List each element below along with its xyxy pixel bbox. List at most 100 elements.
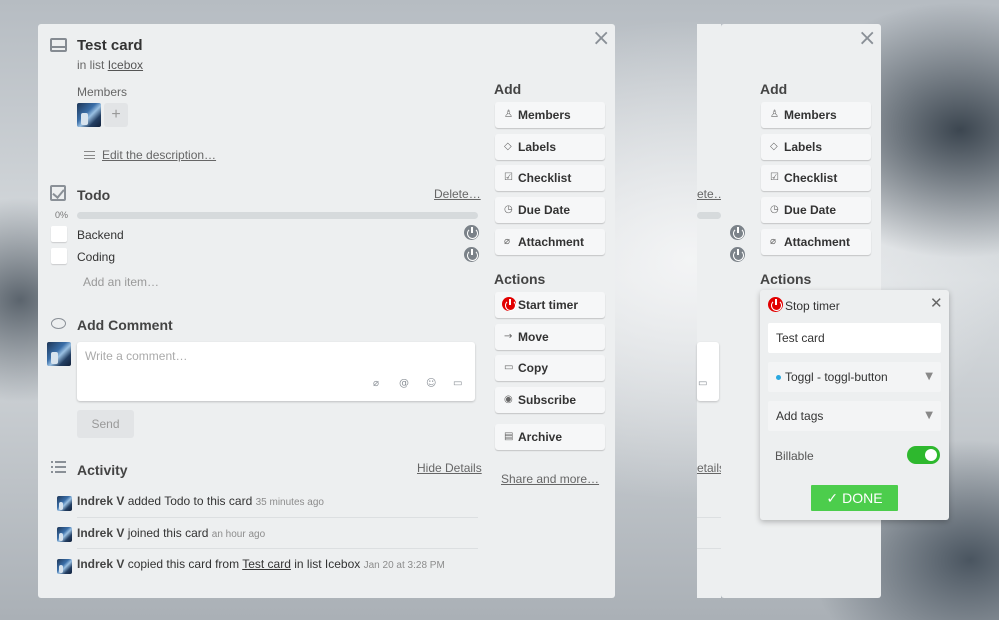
activity-text: joined this card (127, 526, 209, 540)
checklist-progress-bar (697, 212, 721, 219)
done-label: DONE (842, 490, 883, 506)
activity-user[interactable]: Indrek V (77, 557, 124, 571)
archive-button[interactable]: ▤ Archive (495, 424, 605, 450)
comment-input[interactable]: Write a comment… ⌀ @ ☺ ▭ (77, 342, 475, 401)
due-date-button[interactable]: ◷ Due Date (495, 197, 605, 223)
checklist-button[interactable]: ☑ Checklist (761, 165, 871, 191)
close-icon[interactable]: × (592, 28, 610, 50)
activity-time[interactable]: an hour ago (212, 529, 265, 540)
avatar[interactable] (57, 527, 72, 542)
progress-percent: 0% (55, 210, 69, 220)
edit-description-link[interactable]: Edit the description… (102, 148, 216, 162)
button-label: Members (518, 108, 571, 122)
avatar[interactable] (57, 496, 72, 511)
card-title[interactable]: Test card (77, 37, 143, 54)
power-icon (502, 297, 516, 311)
attachment-icon[interactable]: ⌀ (373, 378, 379, 389)
done-button[interactable]: ✓ DONE (811, 485, 898, 511)
delete-checklist-link[interactable]: Delete… (434, 187, 481, 201)
copy-button[interactable]: ▭ Copy (495, 355, 605, 381)
actions-heading: Actions (494, 271, 546, 287)
power-icon[interactable] (768, 297, 783, 312)
avatar (47, 342, 71, 366)
activity-time[interactable]: 35 minutes ago (256, 497, 324, 508)
labels-button[interactable]: ◇ Labels (495, 134, 605, 160)
checklist-button[interactable]: ☑ Checklist (495, 165, 605, 191)
checkmark-icon: ✓ (826, 491, 839, 507)
project-value: Toggl - toggl-button (776, 362, 888, 392)
checkbox[interactable] (51, 248, 67, 264)
description-input[interactable]: Test card (768, 323, 941, 353)
checklist-title[interactable]: Todo (77, 187, 110, 203)
close-icon[interactable]: ✕ (930, 296, 943, 311)
button-label: Due Date (784, 203, 837, 217)
button-label: Attachment (518, 235, 585, 249)
divider (697, 517, 721, 518)
billable-toggle[interactable] (907, 446, 940, 464)
checklist-item[interactable]: Coding (77, 250, 115, 264)
paperclip-icon: ⌀ (504, 236, 511, 247)
person-icon: ♙ (504, 109, 513, 120)
divider (77, 548, 478, 549)
power-icon[interactable] (730, 247, 745, 262)
activity-user[interactable]: Indrek V (77, 526, 124, 540)
activity-text: copied this card from (127, 557, 240, 571)
project-select[interactable]: Toggl - toggl-button ▼ (768, 362, 941, 392)
button-label: Move (518, 330, 549, 344)
checklist-icon: ☑ (504, 172, 513, 183)
power-icon[interactable] (464, 225, 479, 240)
project-name: Toggl - toggl-button (785, 370, 888, 384)
toggl-timer-popup: Stop timer ✕ Test card Toggl - toggl-but… (760, 290, 949, 520)
avatar[interactable] (57, 559, 72, 574)
attachment-button[interactable]: ⌀ Attachment (761, 229, 871, 255)
tags-select[interactable]: Add tags ▼ (768, 401, 941, 431)
tags-placeholder: Add tags (776, 409, 824, 423)
in-list-label: in list (77, 58, 105, 72)
close-icon[interactable]: × (858, 28, 876, 50)
button-label: Checklist (784, 171, 838, 185)
add-member-button[interactable]: + (104, 103, 128, 127)
stop-timer-label[interactable]: Stop timer (785, 299, 840, 313)
list-link[interactable]: Icebox (108, 58, 143, 72)
power-icon[interactable] (464, 247, 479, 262)
person-icon: ♙ (770, 109, 779, 120)
share-and-more-link[interactable]: Share and more… (501, 472, 599, 486)
checklist-icon: ☑ (770, 172, 779, 183)
card-icon (50, 38, 67, 52)
checklist-item[interactable]: Backend (77, 228, 124, 242)
add-comment-title: Add Comment (77, 317, 173, 333)
members-button[interactable]: ♙ Members (761, 102, 871, 128)
button-label: Labels (784, 140, 823, 154)
avatar[interactable] (77, 103, 101, 127)
emoji-icon[interactable]: ☺ (426, 378, 436, 389)
checklist-icon (50, 185, 66, 201)
add-item-link[interactable]: Add an item… (83, 275, 159, 289)
actions-heading: Actions (760, 271, 812, 287)
eye-icon: ◉ (504, 394, 513, 405)
mention-icon[interactable]: @ (399, 378, 409, 389)
checkbox[interactable] (51, 226, 67, 242)
members-button[interactable]: ♙ Members (495, 102, 605, 128)
subscribe-button[interactable]: ◉ Subscribe (495, 387, 605, 413)
send-button[interactable]: Send (77, 410, 134, 438)
power-icon[interactable] (730, 225, 745, 240)
description-value: Test card (776, 331, 825, 345)
button-label: Members (784, 108, 837, 122)
due-date-button[interactable]: ◷ Due Date (761, 197, 871, 223)
divider (697, 548, 721, 549)
attachment-button[interactable]: ⌀ Attachment (495, 229, 605, 255)
hide-details-link[interactable]: Hide Details (417, 461, 482, 475)
card-link-icon[interactable]: ▭ (698, 378, 707, 389)
activity-user[interactable]: Indrek V (77, 494, 124, 508)
button-label: Copy (518, 361, 548, 375)
card-link-icon[interactable]: ▭ (453, 378, 462, 389)
move-button[interactable]: → Move (495, 324, 605, 350)
clock-icon: ◷ (770, 204, 779, 215)
start-timer-button[interactable]: Start timer (495, 292, 605, 318)
arrow-right-icon: → (504, 331, 513, 342)
comment-input[interactable]: ▭ (697, 342, 719, 401)
divider (77, 517, 478, 518)
activity-time[interactable]: Jan 20 at 3:28 PM (364, 560, 445, 571)
activity-card-link[interactable]: Test card (242, 557, 291, 571)
labels-button[interactable]: ◇ Labels (761, 134, 871, 160)
